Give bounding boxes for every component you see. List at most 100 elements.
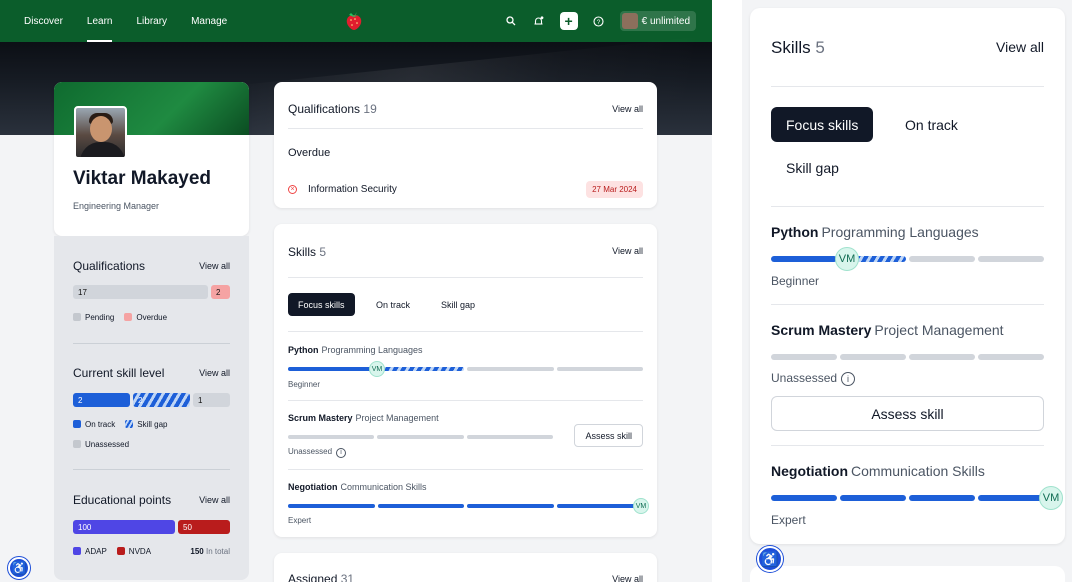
qualifications-heading: Qualifications <box>73 259 146 273</box>
tab-focus-skills[interactable]: Focus skills <box>771 107 874 142</box>
profile-card: Viktar Makayed Engineering Manager <box>54 82 249 236</box>
add-button[interactable]: + <box>559 12 578 30</box>
profile-photo <box>74 106 127 159</box>
skill-scrum-level: Unassessed i <box>771 371 856 386</box>
nav-manage[interactable]: Manage <box>179 0 239 42</box>
overdue-heading: Overdue <box>288 147 331 159</box>
skill-negotiation-level: Expert <box>771 513 806 527</box>
legend-adap: ADAP <box>85 547 107 556</box>
skill-python-title[interactable]: Python Programming Languages <box>288 345 423 355</box>
main-viewport: Discover Learn Library Manage + ? € unli… <box>0 0 712 582</box>
edu-points-view-all[interactable]: View all <box>199 495 230 505</box>
divider <box>288 469 643 470</box>
edu-points-heading: Educational points <box>73 493 172 507</box>
legend-pending: Pending <box>85 313 115 322</box>
overdue-segment: 2 <box>211 285 230 299</box>
skill-negotiation-title[interactable]: Negotiation Communication Skills <box>288 482 427 492</box>
skill-python-title[interactable]: Python Programming Languages <box>771 224 979 240</box>
tab-skill-gap[interactable]: Skill gap <box>431 293 485 316</box>
total-suffix: In total <box>205 547 230 556</box>
legend-on-track: On track <box>85 420 116 429</box>
skill-python-progress <box>288 367 643 371</box>
skills-card-view-all[interactable]: View all <box>612 246 643 256</box>
search-icon[interactable] <box>504 14 518 28</box>
help-icon[interactable]: ? <box>592 14 606 28</box>
legend-skill-gap: Skill gap <box>137 420 168 429</box>
strawberry-logo-icon[interactable] <box>342 9 366 33</box>
legend-overdue: Overdue <box>136 313 168 322</box>
skill-scrum-level: Unassessed i <box>288 447 347 458</box>
next-card-peek <box>750 566 1065 582</box>
divider <box>288 277 643 278</box>
tab-on-track[interactable]: On track <box>366 293 420 316</box>
skill-python-level: Beginner <box>771 274 820 288</box>
on-track-segment: 2 <box>73 393 130 407</box>
edu-points-bar: 100 50 <box>73 520 230 534</box>
nav-links: Discover Learn Library Manage <box>12 0 239 42</box>
qualification-item-name[interactable]: Information Security <box>308 184 397 195</box>
tab-on-track[interactable]: On track <box>890 107 973 142</box>
skill-level-bar: 2 2 1 <box>73 393 230 407</box>
skill-level-legend: On track Skill gap <box>73 420 167 429</box>
error-circle-icon: × <box>288 185 297 194</box>
panel-gap <box>712 0 742 582</box>
qualifications-card-title: Qualifications 19 <box>288 102 377 116</box>
skill-level-view-all[interactable]: View all <box>199 368 230 378</box>
account-menu[interactable]: € unlimited <box>619 11 696 31</box>
divider <box>73 343 230 344</box>
top-navigation: Discover Learn Library Manage + ? € unli… <box>0 0 712 42</box>
skill-gap-segment: 2 <box>133 393 190 407</box>
skills-card-view-all[interactable]: View all <box>996 39 1044 55</box>
divider <box>771 86 1044 87</box>
accessibility-icon[interactable]: ♿ <box>8 557 30 579</box>
skills-count: 5 <box>319 245 327 259</box>
skill-negotiation-title[interactable]: Negotiation Communication Skills <box>771 463 985 479</box>
skills-card-title: Skills 5 <box>288 245 327 259</box>
assess-skill-button[interactable]: Assess skill <box>771 396 1044 431</box>
svg-text:?: ? <box>597 19 601 26</box>
nav-library[interactable]: Library <box>124 0 179 42</box>
stats-sidebar: Qualifications View all 17 2 Pending Ove… <box>54 236 249 580</box>
profile-role: Engineering Manager <box>73 201 160 211</box>
assigned-card-title: Assigned 31 <box>288 572 354 582</box>
assigned-card-view-all[interactable]: View all <box>612 574 643 582</box>
divider <box>288 400 643 401</box>
divider <box>771 304 1044 305</box>
skills-count: 5 <box>815 38 825 57</box>
qualifications-card-view-all[interactable]: View all <box>612 104 643 114</box>
qualifications-view-all[interactable]: View all <box>199 261 230 271</box>
qualifications-legend: Pending Overdue <box>73 313 167 322</box>
skill-scrum-title[interactable]: Scrum Mastery Project Management <box>288 413 439 423</box>
skills-card: Skills 5 View all Focus skills On track … <box>274 224 657 537</box>
zoomed-skills-panel: Skills 5 View all Focus skills On track … <box>742 0 1072 582</box>
legend-nvda: NVDA <box>128 547 152 556</box>
divider <box>771 206 1044 207</box>
adap-segment: 100 <box>73 520 175 534</box>
divider <box>288 331 643 332</box>
tab-focus-skills[interactable]: Focus skills <box>288 293 355 316</box>
assigned-card: Assigned 31 View all <box>274 553 657 582</box>
assigned-count: 31 <box>340 572 355 582</box>
skills-card-zoomed: Skills 5 View all Focus skills On track … <box>750 8 1065 544</box>
accessibility-icon[interactable]: ♿ <box>757 546 783 572</box>
avatar: VM <box>1039 486 1063 510</box>
avatar <box>621 13 638 29</box>
assess-skill-button[interactable]: Assess skill <box>574 424 643 447</box>
skill-scrum-progress <box>288 435 553 439</box>
skill-negotiation-progress <box>288 504 643 508</box>
plan-label: € unlimited <box>641 15 690 27</box>
info-icon[interactable]: i <box>336 448 347 458</box>
unassessed-segment: 1 <box>193 393 230 407</box>
due-date-badge: 27 Mar 2024 <box>586 181 643 198</box>
nav-learn[interactable]: Learn <box>75 0 125 42</box>
tab-skill-gap[interactable]: Skill gap <box>771 150 854 185</box>
skill-python-progress <box>771 256 1044 262</box>
avatar: VM <box>835 247 859 271</box>
bell-icon[interactable] <box>532 14 546 28</box>
skill-scrum-title[interactable]: Scrum Mastery Project Management <box>771 322 1004 338</box>
info-icon[interactable]: i <box>841 372 856 386</box>
qualifications-bar: 17 2 <box>73 285 230 299</box>
nvda-segment: 50 <box>178 520 230 534</box>
qualifications-card: Qualifications 19 View all Overdue × Inf… <box>274 82 657 208</box>
nav-discover[interactable]: Discover <box>12 0 75 42</box>
